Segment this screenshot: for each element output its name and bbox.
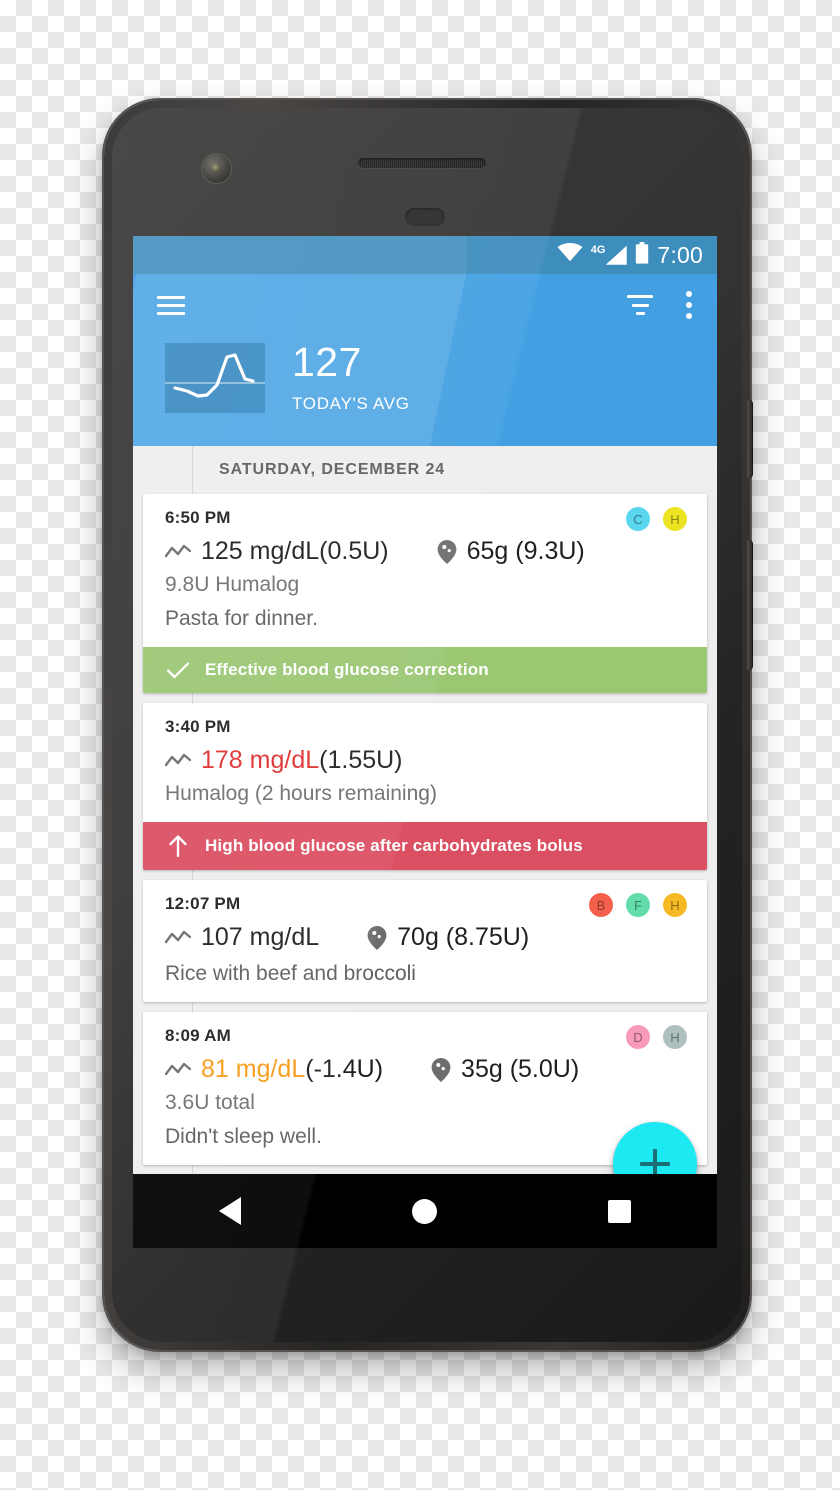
entry-tag-row: D H	[626, 1025, 687, 1049]
check-icon	[165, 661, 191, 679]
home-circle-icon[interactable]	[411, 1198, 437, 1224]
back-triangle-icon[interactable]	[218, 1197, 241, 1225]
status-bar-clock: 7:00	[657, 241, 703, 268]
glucose-value: 125 mg/dL	[201, 537, 320, 565]
glucose-bolus: (0.5U)	[319, 537, 389, 565]
filter-list-icon[interactable]	[627, 295, 653, 315]
entry-banner-bad: High blood glucose after carbohydrates b…	[143, 822, 707, 870]
glucose-metric: 81 mg/dL (-1.4U)	[165, 1055, 383, 1084]
earpiece-speaker-icon	[358, 158, 486, 168]
front-camera-icon	[202, 154, 231, 183]
date-header: SATURDAY, DECEMBER 24	[219, 461, 446, 478]
glucose-value: 107 mg/dL	[201, 923, 320, 951]
entry-note: Rice with beef and broccoli	[165, 962, 416, 985]
status-bar: 4G 7:00	[133, 236, 717, 274]
entry-banner-good: Effective blood glucose correction	[143, 647, 707, 693]
entry-note: Pasta for dinner.	[165, 607, 318, 630]
glucose-value: 178 mg/dL	[201, 746, 320, 774]
glucose-trend-icon	[165, 1062, 191, 1078]
entry-tag-row: B F H	[589, 893, 687, 917]
entry-detail: Humalog (2 hours remaining)	[165, 782, 437, 805]
volume-button[interactable]	[747, 540, 753, 670]
app-bar: 127 TODAY'S AVG	[133, 274, 717, 446]
cellular-signal-icon: 4G	[591, 245, 628, 265]
entry-time: 8:09 AM	[165, 1026, 231, 1045]
android-navigation-bar	[133, 1174, 717, 1248]
average-glucose-value: 127	[292, 339, 362, 385]
entry-note: Didn't sleep well.	[165, 1125, 322, 1148]
entry-detail: 9.8U Humalog	[165, 573, 300, 596]
entry-card[interactable]: 12:07 PM B F H 107 mg/dL 70g (8.75U) Ric…	[143, 880, 707, 1002]
glucose-metric: 107 mg/dL	[165, 923, 319, 952]
glucose-metric: 178 mg/dL (1.55U)	[165, 746, 403, 775]
glucose-trend-icon	[165, 753, 191, 769]
average-glucose-label: TODAY'S AVG	[292, 394, 410, 413]
entry-list[interactable]: SATURDAY, DECEMBER 24 6:50 PM C H 125 mg…	[133, 446, 717, 1248]
entry-tag[interactable]: H	[663, 893, 687, 917]
glucose-value: 81 mg/dL	[201, 1055, 306, 1083]
glucose-trend-icon	[165, 544, 191, 560]
entry-detail: 3.6U total	[165, 1091, 255, 1114]
carbs-food-icon	[367, 925, 387, 950]
recents-square-icon[interactable]	[608, 1199, 632, 1223]
todays-average-summary[interactable]: 127 TODAY'S AVG	[133, 342, 717, 414]
entry-tag[interactable]: F	[626, 893, 650, 917]
carbs-value: 35g (5.0U)	[461, 1055, 580, 1083]
glucose-trend-icon	[165, 930, 191, 946]
hamburger-menu-icon[interactable]	[157, 295, 185, 315]
carbs-metric: 65g (9.3U)	[437, 537, 585, 566]
phone-device-frame: 4G 7:00 127 TODAY'S AVG SATURDAY, DECEMB…	[104, 100, 753, 1350]
carbs-value: 70g (8.75U)	[397, 923, 530, 951]
entry-tag[interactable]: D	[626, 1025, 650, 1049]
proximity-sensor-icon	[405, 208, 445, 226]
entry-card[interactable]: 6:50 PM C H 125 mg/dL (0.5U) 65g (9.3U) …	[143, 494, 707, 693]
phone-bezel: 4G 7:00 127 TODAY'S AVG SATURDAY, DECEMB…	[112, 108, 742, 1342]
overflow-menu-icon[interactable]	[681, 289, 697, 321]
carbs-metric: 35g (5.0U)	[431, 1055, 579, 1084]
glucose-metric: 125 mg/dL (0.5U)	[165, 537, 389, 566]
entry-tag[interactable]: C	[626, 507, 650, 531]
entry-time: 6:50 PM	[165, 508, 231, 527]
glucose-bolus: (1.55U)	[319, 746, 403, 774]
carbs-food-icon	[437, 539, 457, 564]
battery-icon	[635, 241, 649, 269]
entry-tag[interactable]: B	[589, 893, 613, 917]
entry-card[interactable]: 3:40 PM 178 mg/dL (1.55U) Humalog (2 hou…	[143, 703, 707, 870]
carbs-value: 65g (9.3U)	[466, 537, 585, 565]
wifi-icon	[557, 243, 583, 267]
carbs-food-icon	[431, 1057, 451, 1082]
entry-tag-row: C H	[626, 507, 687, 531]
entry-tag[interactable]: H	[663, 1025, 687, 1049]
glucose-bolus: (-1.4U)	[305, 1055, 384, 1083]
network-type-label: 4G	[590, 244, 606, 256]
entry-tag[interactable]: H	[663, 507, 687, 531]
entry-banner-text: Effective blood glucose correction	[205, 660, 489, 679]
phone-screen: 4G 7:00 127 TODAY'S AVG SATURDAY, DECEMB…	[133, 236, 717, 1248]
carbs-metric: 70g (8.75U)	[367, 923, 529, 952]
arrow-up-icon	[165, 835, 191, 857]
entry-banner-text: High blood glucose after carbohydrates b…	[205, 836, 583, 855]
glucose-trend-thumbnail-icon	[165, 343, 265, 413]
power-button[interactable]	[747, 400, 753, 478]
entry-time: 3:40 PM	[165, 717, 231, 736]
